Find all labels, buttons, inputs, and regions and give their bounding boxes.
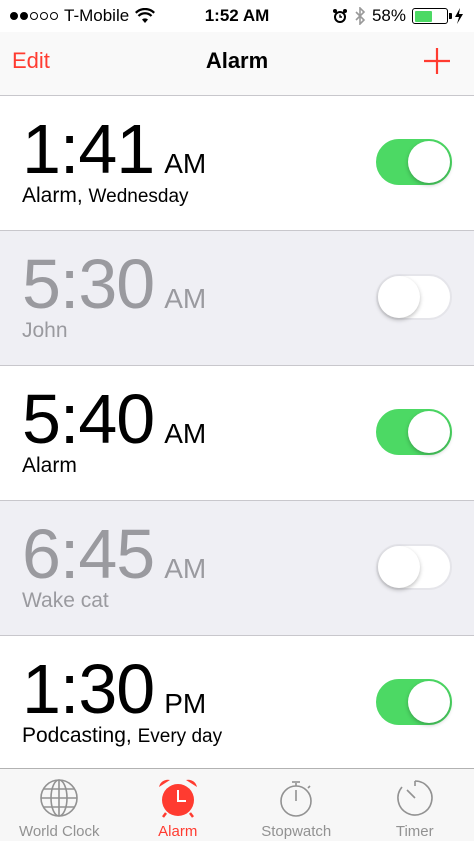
alarm-list: 1:41 AM Alarm, Wednesday 5:30 AM John 5:… [0, 96, 474, 771]
charging-bolt-icon [455, 8, 463, 24]
timer-icon [396, 780, 433, 816]
alarm-time: 1:41 AM [22, 114, 206, 184]
tab-label: Timer [395, 823, 434, 840]
toggle-knob [408, 681, 450, 723]
tab-label: Stopwatch [261, 823, 332, 840]
carrier-name: T-Mobile [64, 6, 130, 25]
navigation-bar: Edit Alarm [0, 32, 474, 96]
alarm-ampm: PM [164, 688, 207, 719]
alarm-label: Alarm, Wednesday [22, 184, 189, 208]
battery-icon [412, 8, 452, 24]
alarm-label: John [22, 319, 68, 343]
alarm-label-text: John [22, 319, 68, 342]
bluetooth-icon [355, 7, 366, 25]
page-title: Alarm [205, 48, 269, 73]
alarm-time: 5:30 AM [22, 249, 206, 319]
alarm-label: Alarm [22, 454, 77, 478]
alarm-clock-icon [158, 779, 197, 818]
alarm-ampm: AM [164, 283, 207, 314]
alarm-time: 1:30 PM [22, 654, 206, 724]
battery-percent: 58% [371, 6, 406, 25]
alarm-repeat: Wednesday [88, 186, 189, 207]
alarm-toggle[interactable] [376, 274, 452, 320]
alarm-indicator-icon [332, 9, 347, 23]
alarm-label-text: Podcasting, [22, 724, 132, 747]
alarm-label: Podcasting, Every day [22, 724, 222, 748]
battery-level [414, 10, 433, 22]
alarm-label-text: Wake cat [22, 589, 109, 612]
alarm-label-text: Alarm [22, 454, 77, 477]
globe-icon [40, 779, 79, 817]
alarm-time-digits: 1:30 [22, 650, 155, 728]
alarm-row[interactable]: 5:30 AM John [0, 231, 474, 366]
tab-label: World Clock [18, 823, 100, 840]
alarm-toggle[interactable] [376, 544, 452, 590]
tab-timer[interactable]: Timer [356, 769, 474, 841]
add-alarm-button[interactable] [422, 46, 452, 76]
alarm-toggle[interactable] [376, 679, 452, 725]
alarm-row[interactable]: 1:41 AM Alarm, Wednesday [0, 96, 474, 231]
status-bar: T-Mobile 1:52 AM 58% [0, 0, 474, 32]
alarm-row[interactable]: 5:40 AM Alarm [0, 366, 474, 501]
tab-label: Alarm [158, 823, 198, 840]
alarm-row[interactable]: 1:30 PM Podcasting, Every day [0, 636, 474, 771]
toggle-knob [408, 411, 450, 453]
tab-bar: World Clock Alarm Stopwatch Timer [0, 768, 474, 841]
status-right: 58% [332, 6, 464, 26]
alarm-time: 6:45 AM [22, 519, 206, 589]
alarm-ampm: AM [164, 148, 207, 179]
alarm-time-digits: 5:30 [22, 245, 155, 323]
alarm-toggle[interactable] [376, 409, 452, 455]
wifi-icon [135, 8, 156, 23]
alarm-row[interactable]: 6:45 AM Wake cat [0, 501, 474, 636]
alarm-toggle[interactable] [376, 139, 452, 185]
clock-app-screen: T-Mobile 1:52 AM 58% Edit Alarm 1:41 AM … [0, 0, 474, 841]
stopwatch-icon [280, 781, 313, 817]
status-left: T-Mobile [10, 6, 156, 26]
toggle-knob [378, 276, 420, 318]
alarm-ampm: AM [164, 553, 207, 584]
toggle-knob [408, 141, 450, 183]
tab-alarm[interactable]: Alarm [119, 769, 238, 841]
alarm-repeat: Every day [137, 726, 223, 747]
alarm-time: 5:40 AM [22, 384, 206, 454]
signal-strength-icon [10, 12, 58, 20]
tab-world-clock[interactable]: World Clock [0, 769, 119, 841]
alarm-label-text: Alarm, [22, 184, 83, 207]
alarm-label: Wake cat [22, 589, 109, 613]
tab-stopwatch[interactable]: Stopwatch [237, 769, 356, 841]
alarm-time-digits: 6:45 [22, 515, 155, 593]
alarm-time-digits: 1:41 [22, 110, 155, 188]
alarm-time-digits: 5:40 [22, 380, 155, 458]
edit-button[interactable]: Edit [12, 48, 50, 74]
toggle-knob [378, 546, 420, 588]
alarm-ampm: AM [164, 418, 207, 449]
